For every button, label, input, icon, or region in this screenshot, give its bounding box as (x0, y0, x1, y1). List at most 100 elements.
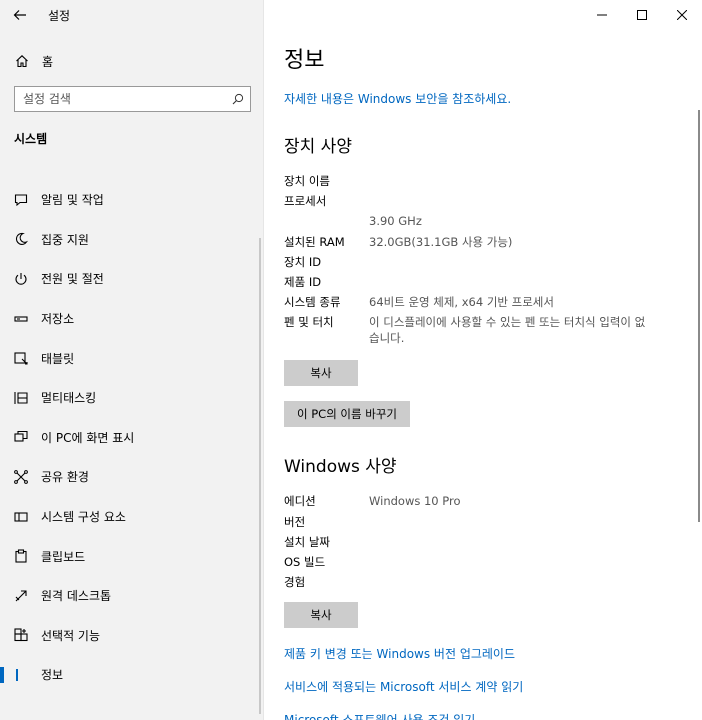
remote-desktop-icon (13, 588, 29, 604)
tablet-icon (13, 350, 29, 366)
project-icon (13, 429, 29, 445)
close-icon (677, 10, 687, 20)
spec-row: 경험 (284, 572, 684, 592)
spec-value (369, 171, 659, 191)
home-nav-item[interactable]: 홈 (0, 48, 264, 74)
spec-row: 설치된 RAM 32.0GB(31.1GB 사용 가능) (284, 232, 684, 252)
back-button[interactable] (0, 0, 40, 30)
device-specs-table: 장치 이름 프로세서 3.90 GHz 설치된 RAM 32.0GB(31.1GB… (284, 171, 684, 346)
sidebar-item-optional-features[interactable]: 선택적 기능 (0, 616, 264, 656)
sidebar-item-label: 멀티태스킹 (41, 391, 97, 406)
spec-row: 시스템 종류 64비트 운영 체제, x64 기반 프로세서 (284, 292, 684, 312)
copy-windows-specs-button[interactable]: 복사 (284, 602, 358, 629)
main-scrollbar[interactable] (698, 110, 700, 522)
copy-device-specs-button[interactable]: 복사 (284, 360, 358, 387)
storage-icon (13, 311, 29, 327)
search-icon[interactable] (226, 87, 250, 111)
spec-row: 버전 (284, 512, 684, 532)
sidebar-item-project-to-pc[interactable]: 이 PC에 화면 표시 (0, 418, 264, 458)
close-button[interactable] (662, 0, 702, 30)
main-panel: 정보 자세한 내용은 Windows 보안을 참조하세요. 장치 사양 장치 이… (264, 0, 702, 720)
spec-row: OS 빌드 (284, 552, 684, 572)
spec-value (369, 572, 659, 592)
sidebar-item-label: 시스템 구성 요소 (41, 510, 126, 525)
power-icon (13, 271, 29, 287)
sidebar-item-focus-assist[interactable]: 집중 지원 (0, 220, 264, 260)
spec-key: 설치 날짜 (284, 534, 330, 549)
info-icon (13, 667, 29, 683)
spec-key: 장치 ID (284, 254, 322, 269)
spec-key: 경험 (284, 575, 306, 590)
spec-key: 제품 ID (284, 275, 322, 290)
sidebar-item-label: 저장소 (41, 312, 75, 327)
spec-row: 에디션 Windows 10 Pro (284, 491, 684, 511)
sidebar-item-remote-desktop[interactable]: 원격 데스크톱 (0, 576, 264, 616)
spec-row: 장치 ID (284, 252, 684, 272)
sidebar-item-label: 집중 지원 (41, 232, 89, 247)
services-agreement-link[interactable]: 서비스에 적용되는 Microsoft 서비스 계약 읽기 (284, 678, 684, 695)
spec-key: 장치 이름 (284, 174, 330, 188)
sidebar-item-clipboard[interactable]: 클립보드 (0, 536, 264, 576)
spec-key (284, 211, 369, 231)
spec-value: 32.0GB(31.1GB 사용 가능) (369, 234, 513, 249)
app-title: 설정 (48, 8, 71, 23)
spec-key: 설치된 RAM (284, 234, 345, 249)
spec-value (369, 512, 659, 532)
maximize-button[interactable] (622, 0, 662, 30)
spec-row: 제품 ID (284, 272, 684, 292)
sidebar-scrollbar[interactable] (259, 238, 261, 714)
spec-key: 에디션 (284, 494, 316, 509)
sidebar-item-power-sleep[interactable]: 전원 및 절전 (0, 259, 264, 299)
minimize-button[interactable] (582, 0, 622, 30)
windows-security-link[interactable]: 자세한 내용은 Windows 보안을 참조하세요. (284, 90, 684, 107)
sidebar-item-label: 태블릿 (41, 351, 75, 366)
sidebar-item-label: 알림 및 작업 (41, 193, 104, 208)
multitasking-icon (13, 390, 29, 406)
spec-key: OS 빌드 (284, 555, 326, 570)
settings-search-box[interactable] (14, 86, 251, 112)
spec-row: 3.90 GHz (284, 211, 684, 231)
about-content: 정보 자세한 내용은 Windows 보안을 참조하세요. 장치 사양 장치 이… (284, 42, 684, 720)
rename-pc-button[interactable]: 이 PC의 이름 바꾸기 (284, 401, 410, 428)
minimize-icon (597, 14, 607, 16)
spec-key: 프로세서 (284, 194, 327, 209)
back-arrow-icon (13, 10, 26, 20)
spec-value: 이 디스플레이에 사용할 수 있는 펜 또는 터치식 입력이 없습니다. (369, 315, 646, 346)
spec-value (369, 532, 659, 552)
spec-value (369, 191, 659, 211)
sidebar-nav: 알림 및 작업 집중 지원 전원 및 절전 저장소 태블릿 멀티태스킹 이 PC… (0, 180, 264, 695)
sidebar-item-about[interactable]: 정보 (0, 655, 264, 695)
windows-specs-table: 에디션 Windows 10 Pro 버전 설치 날짜 OS 빌드 경험 (284, 491, 684, 592)
home-label: 홈 (42, 54, 54, 69)
windows-specs-heading: Windows 사양 (284, 457, 397, 478)
spec-value: 64비트 운영 체제, x64 기반 프로세서 (369, 295, 554, 310)
notification-icon (13, 192, 29, 208)
home-icon (14, 53, 30, 69)
shared-experiences-icon (13, 469, 29, 485)
spec-value (369, 272, 659, 292)
spec-row: 프로세서 (284, 191, 684, 211)
spec-key: 시스템 종류 (284, 295, 341, 310)
sidebar-item-label: 클립보드 (41, 549, 86, 564)
clipboard-icon (13, 548, 29, 564)
components-icon (13, 509, 29, 525)
spec-value (369, 552, 659, 572)
sidebar-item-shared-experiences[interactable]: 공유 환경 (0, 457, 264, 497)
sidebar-item-label: 이 PC에 화면 표시 (41, 430, 135, 445)
sidebar-item-storage[interactable]: 저장소 (0, 299, 264, 339)
spec-row: 펜 및 터치 이 디스플레이에 사용할 수 있는 펜 또는 터치식 입력이 없습니… (284, 314, 684, 346)
sidebar-item-system-components[interactable]: 시스템 구성 요소 (0, 497, 264, 537)
spec-value: 3.90 GHz (369, 214, 422, 229)
page-title: 정보 (284, 48, 325, 73)
optional-features-icon (13, 627, 29, 643)
sidebar-item-label: 전원 및 절전 (41, 272, 104, 287)
sidebar-item-label: 원격 데스크톱 (41, 589, 112, 604)
spec-row: 설치 날짜 (284, 532, 684, 552)
sidebar-item-multitasking[interactable]: 멀티태스킹 (0, 378, 264, 418)
upgrade-edition-link[interactable]: 제품 키 변경 또는 Windows 버전 업그레이드 (284, 645, 684, 662)
sidebar-item-label: 정보 (41, 668, 64, 683)
sidebar-item-tablet[interactable]: 태블릿 (0, 338, 264, 378)
search-input[interactable] (15, 87, 226, 111)
license-terms-link[interactable]: Microsoft 소프트웨어 사용 조건 읽기 (284, 711, 684, 720)
sidebar-item-notifications[interactable]: 알림 및 작업 (0, 180, 264, 220)
